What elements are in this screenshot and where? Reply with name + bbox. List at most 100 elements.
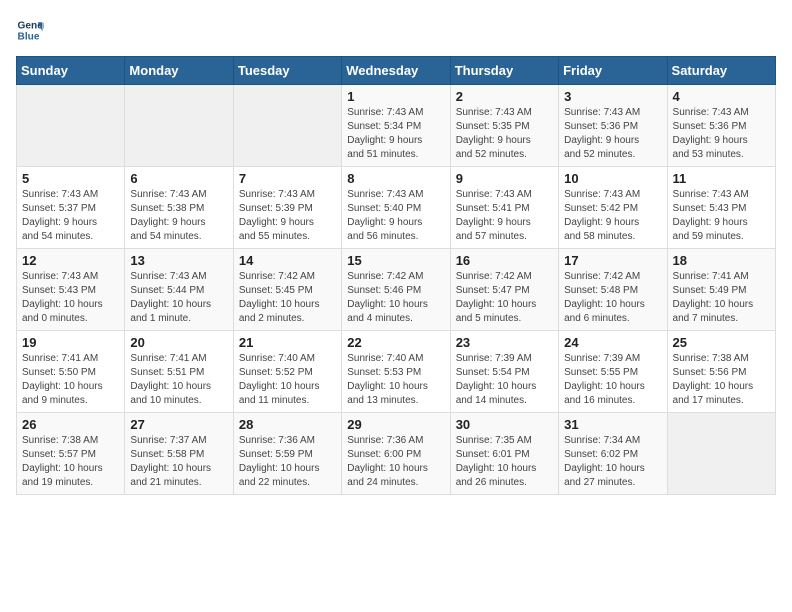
day-number: 4 xyxy=(673,89,770,104)
day-detail: Sunrise: 7:40 AM Sunset: 5:52 PM Dayligh… xyxy=(239,352,336,408)
day-detail: Sunrise: 7:34 AM Sunset: 6:02 PM Dayligh… xyxy=(564,434,661,490)
day-number: 10 xyxy=(564,171,661,186)
day-detail: Sunrise: 7:43 AM Sunset: 5:38 PM Dayligh… xyxy=(130,188,227,244)
day-cell: 12 Sunrise: 7:43 AM Sunset: 5:43 PM Dayli… xyxy=(17,249,125,331)
column-header-saturday: Saturday xyxy=(667,57,775,85)
week-row-5: 26 Sunrise: 7:38 AM Sunset: 5:57 PM Dayli… xyxy=(17,413,776,495)
day-number: 1 xyxy=(347,89,444,104)
day-cell: 7 Sunrise: 7:43 AM Sunset: 5:39 PM Daylig… xyxy=(233,167,341,249)
day-cell: 30 Sunrise: 7:35 AM Sunset: 6:01 PM Dayli… xyxy=(450,413,558,495)
day-detail: Sunrise: 7:41 AM Sunset: 5:50 PM Dayligh… xyxy=(22,352,119,408)
header-row: SundayMondayTuesdayWednesdayThursdayFrid… xyxy=(17,57,776,85)
calendar-table: SundayMondayTuesdayWednesdayThursdayFrid… xyxy=(16,56,776,495)
page-header: General Blue xyxy=(16,16,776,44)
day-cell: 17 Sunrise: 7:42 AM Sunset: 5:48 PM Dayli… xyxy=(559,249,667,331)
day-detail: Sunrise: 7:43 AM Sunset: 5:36 PM Dayligh… xyxy=(564,106,661,162)
day-number: 11 xyxy=(673,171,770,186)
week-row-2: 5 Sunrise: 7:43 AM Sunset: 5:37 PM Daylig… xyxy=(17,167,776,249)
day-number: 12 xyxy=(22,253,119,268)
day-number: 7 xyxy=(239,171,336,186)
day-number: 29 xyxy=(347,417,444,432)
column-header-monday: Monday xyxy=(125,57,233,85)
day-detail: Sunrise: 7:41 AM Sunset: 5:51 PM Dayligh… xyxy=(130,352,227,408)
day-number: 27 xyxy=(130,417,227,432)
day-cell: 25 Sunrise: 7:38 AM Sunset: 5:56 PM Dayli… xyxy=(667,331,775,413)
day-cell: 10Sunrise: 7:43 AM Sunset: 5:42 PM Dayli… xyxy=(559,167,667,249)
day-number: 8 xyxy=(347,171,444,186)
week-row-1: 1 Sunrise: 7:43 AM Sunset: 5:34 PM Daylig… xyxy=(17,85,776,167)
day-detail: Sunrise: 7:41 AM Sunset: 5:49 PM Dayligh… xyxy=(673,270,770,326)
day-cell xyxy=(17,85,125,167)
day-cell: 21 Sunrise: 7:40 AM Sunset: 5:52 PM Dayli… xyxy=(233,331,341,413)
day-cell: 22Sunrise: 7:40 AM Sunset: 5:53 PM Dayli… xyxy=(342,331,450,413)
day-cell: 18 Sunrise: 7:41 AM Sunset: 5:49 PM Dayli… xyxy=(667,249,775,331)
day-cell: 26 Sunrise: 7:38 AM Sunset: 5:57 PM Dayli… xyxy=(17,413,125,495)
day-detail: Sunrise: 7:39 AM Sunset: 5:54 PM Dayligh… xyxy=(456,352,553,408)
day-number: 26 xyxy=(22,417,119,432)
day-detail: Sunrise: 7:43 AM Sunset: 5:41 PM Dayligh… xyxy=(456,188,553,244)
day-number: 3 xyxy=(564,89,661,104)
day-detail: Sunrise: 7:38 AM Sunset: 5:56 PM Dayligh… xyxy=(673,352,770,408)
day-cell: 23 Sunrise: 7:39 AM Sunset: 5:54 PM Dayli… xyxy=(450,331,558,413)
day-number: 21 xyxy=(239,335,336,350)
day-cell: 15 Sunrise: 7:42 AM Sunset: 5:46 PM Dayli… xyxy=(342,249,450,331)
day-detail: Sunrise: 7:36 AM Sunset: 5:59 PM Dayligh… xyxy=(239,434,336,490)
day-detail: Sunrise: 7:42 AM Sunset: 5:48 PM Dayligh… xyxy=(564,270,661,326)
day-detail: Sunrise: 7:42 AM Sunset: 5:47 PM Dayligh… xyxy=(456,270,553,326)
day-detail: Sunrise: 7:37 AM Sunset: 5:58 PM Dayligh… xyxy=(130,434,227,490)
day-number: 5 xyxy=(22,171,119,186)
day-number: 24 xyxy=(564,335,661,350)
week-row-4: 19 Sunrise: 7:41 AM Sunset: 5:50 PM Dayli… xyxy=(17,331,776,413)
day-cell: 14 Sunrise: 7:42 AM Sunset: 5:45 PM Dayli… xyxy=(233,249,341,331)
day-number: 23 xyxy=(456,335,553,350)
column-header-wednesday: Wednesday xyxy=(342,57,450,85)
day-number: 28 xyxy=(239,417,336,432)
day-cell: 9 Sunrise: 7:43 AM Sunset: 5:41 PM Daylig… xyxy=(450,167,558,249)
day-cell: 2 Sunrise: 7:43 AM Sunset: 5:35 PM Daylig… xyxy=(450,85,558,167)
logo: General Blue xyxy=(16,16,44,44)
column-header-tuesday: Tuesday xyxy=(233,57,341,85)
logo-icon: General Blue xyxy=(16,16,44,44)
day-detail: Sunrise: 7:43 AM Sunset: 5:35 PM Dayligh… xyxy=(456,106,553,162)
day-cell xyxy=(125,85,233,167)
day-cell: 8 Sunrise: 7:43 AM Sunset: 5:40 PM Daylig… xyxy=(342,167,450,249)
day-detail: Sunrise: 7:39 AM Sunset: 5:55 PM Dayligh… xyxy=(564,352,661,408)
day-detail: Sunrise: 7:43 AM Sunset: 5:40 PM Dayligh… xyxy=(347,188,444,244)
day-detail: Sunrise: 7:43 AM Sunset: 5:36 PM Dayligh… xyxy=(673,106,770,162)
day-cell xyxy=(667,413,775,495)
day-number: 17 xyxy=(564,253,661,268)
day-cell: 11Sunrise: 7:43 AM Sunset: 5:43 PM Dayli… xyxy=(667,167,775,249)
day-cell: 20 Sunrise: 7:41 AM Sunset: 5:51 PM Dayli… xyxy=(125,331,233,413)
day-detail: Sunrise: 7:43 AM Sunset: 5:37 PM Dayligh… xyxy=(22,188,119,244)
day-number: 20 xyxy=(130,335,227,350)
week-row-3: 12 Sunrise: 7:43 AM Sunset: 5:43 PM Dayli… xyxy=(17,249,776,331)
day-cell: 6Sunrise: 7:43 AM Sunset: 5:38 PM Daylig… xyxy=(125,167,233,249)
column-header-thursday: Thursday xyxy=(450,57,558,85)
day-number: 25 xyxy=(673,335,770,350)
day-detail: Sunrise: 7:43 AM Sunset: 5:39 PM Dayligh… xyxy=(239,188,336,244)
day-detail: Sunrise: 7:38 AM Sunset: 5:57 PM Dayligh… xyxy=(22,434,119,490)
day-detail: Sunrise: 7:43 AM Sunset: 5:43 PM Dayligh… xyxy=(22,270,119,326)
day-cell: 4 Sunrise: 7:43 AM Sunset: 5:36 PM Daylig… xyxy=(667,85,775,167)
day-cell xyxy=(233,85,341,167)
day-cell: 24 Sunrise: 7:39 AM Sunset: 5:55 PM Dayli… xyxy=(559,331,667,413)
day-number: 9 xyxy=(456,171,553,186)
day-detail: Sunrise: 7:35 AM Sunset: 6:01 PM Dayligh… xyxy=(456,434,553,490)
day-detail: Sunrise: 7:42 AM Sunset: 5:45 PM Dayligh… xyxy=(239,270,336,326)
day-number: 2 xyxy=(456,89,553,104)
day-number: 22 xyxy=(347,335,444,350)
column-header-friday: Friday xyxy=(559,57,667,85)
day-number: 30 xyxy=(456,417,553,432)
day-detail: Sunrise: 7:43 AM Sunset: 5:34 PM Dayligh… xyxy=(347,106,444,162)
day-cell: 13Sunrise: 7:43 AM Sunset: 5:44 PM Dayli… xyxy=(125,249,233,331)
day-number: 13 xyxy=(130,253,227,268)
day-detail: Sunrise: 7:42 AM Sunset: 5:46 PM Dayligh… xyxy=(347,270,444,326)
day-cell: 31Sunrise: 7:34 AM Sunset: 6:02 PM Dayli… xyxy=(559,413,667,495)
day-detail: Sunrise: 7:36 AM Sunset: 6:00 PM Dayligh… xyxy=(347,434,444,490)
day-number: 19 xyxy=(22,335,119,350)
day-number: 18 xyxy=(673,253,770,268)
day-number: 14 xyxy=(239,253,336,268)
day-cell: 19 Sunrise: 7:41 AM Sunset: 5:50 PM Dayli… xyxy=(17,331,125,413)
day-number: 15 xyxy=(347,253,444,268)
day-number: 16 xyxy=(456,253,553,268)
